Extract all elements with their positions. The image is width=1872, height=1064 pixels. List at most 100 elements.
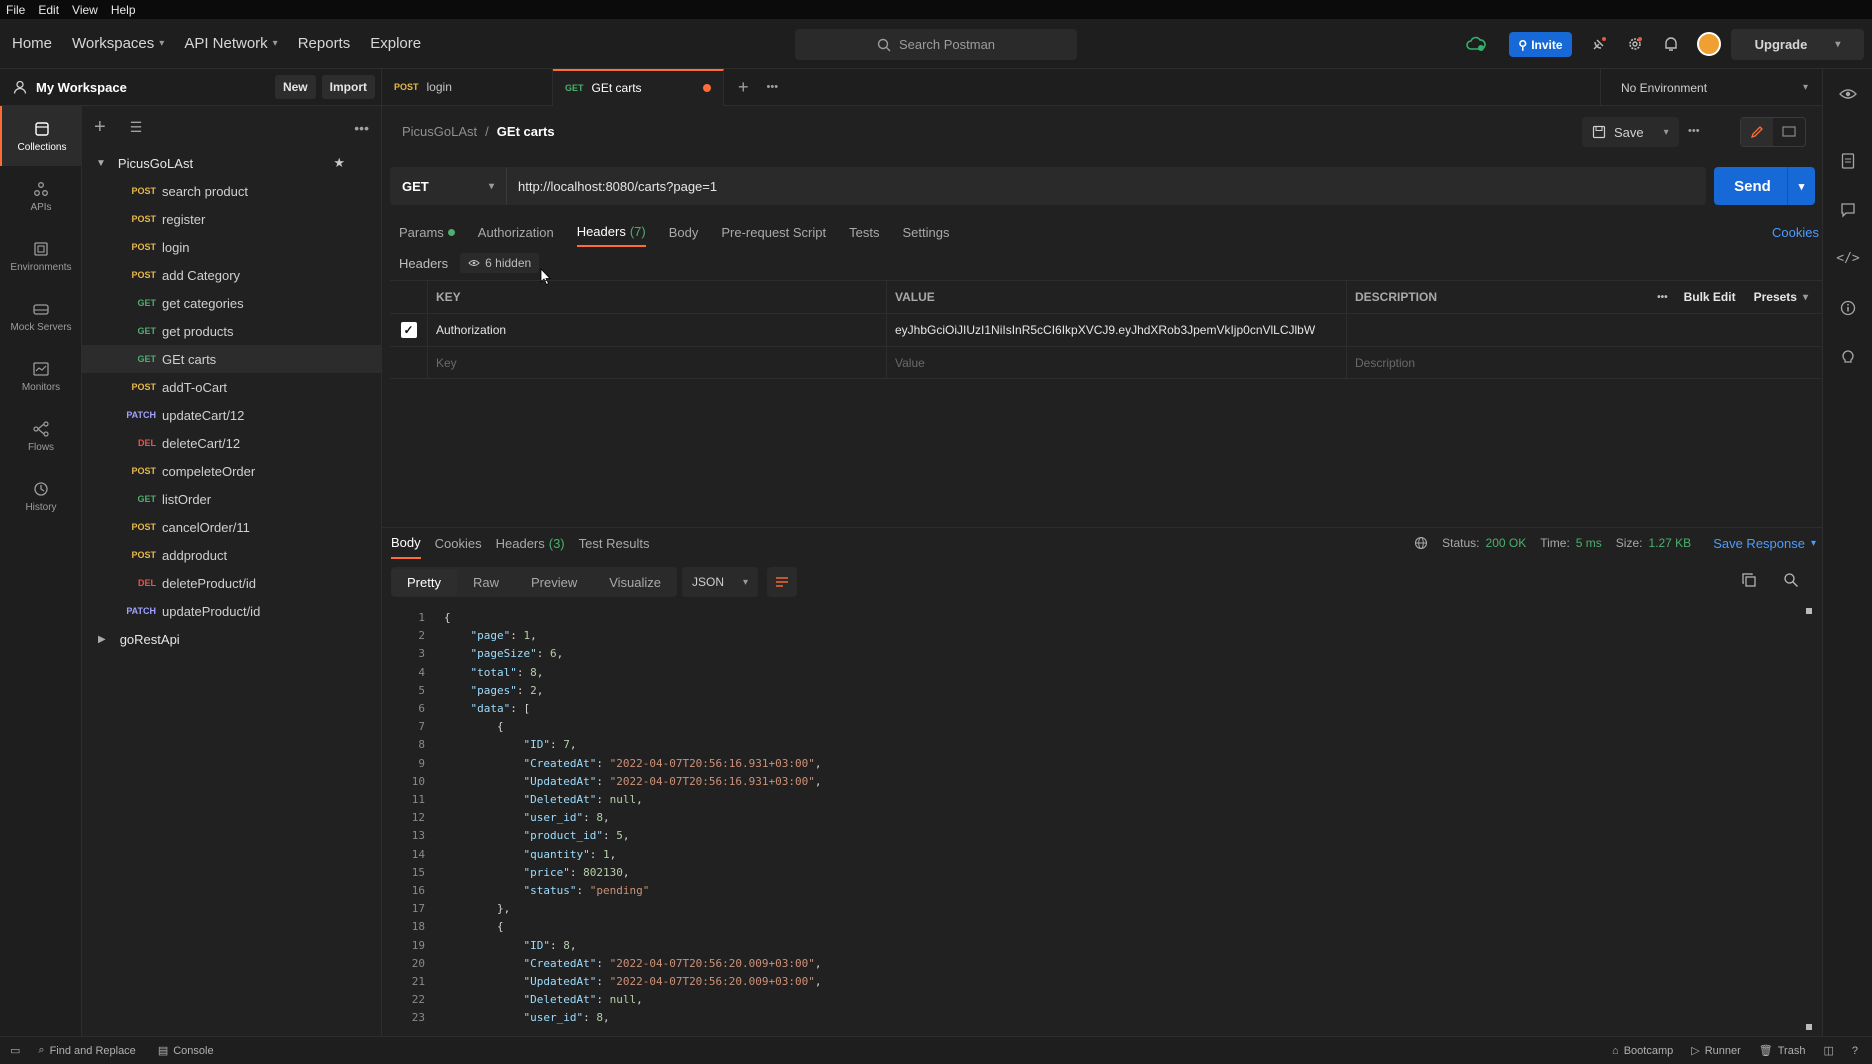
star-icon[interactable]: ★ [333, 155, 345, 171]
rail-history[interactable]: History [0, 466, 82, 526]
rail-mock-servers[interactable]: Mock Servers [0, 286, 82, 346]
breadcrumb-current[interactable]: GEt carts [497, 124, 555, 139]
header-value-cell[interactable]: eyJhbGciOiJIUzI1NiIsInR5cCI6IkpXVCJ9.eyJ… [887, 314, 1347, 346]
response-tab-body[interactable]: Body [391, 527, 421, 559]
nav-explore[interactable]: Explore [370, 35, 421, 52]
request-item[interactable]: PATCH updateProduct/id [82, 597, 381, 625]
request-item[interactable]: POST login [82, 233, 381, 261]
request-item[interactable]: POST add Category [82, 261, 381, 289]
key-input[interactable]: Key [428, 347, 887, 378]
hidden-headers-toggle[interactable]: 6 hidden [460, 253, 540, 273]
size-value[interactable]: 1.27 KB [1648, 536, 1691, 550]
rail-flows[interactable]: Flows [0, 406, 82, 466]
request-item[interactable]: GET get categories [82, 289, 381, 317]
tab-body[interactable]: Body [669, 218, 699, 247]
console-button[interactable]: ▤ Console [158, 1044, 214, 1058]
time-value[interactable]: 5 ms [1576, 536, 1602, 550]
menu-file[interactable]: File [6, 3, 25, 17]
settings-gear-icon[interactable] [1623, 32, 1647, 56]
unsaved-dot-icon[interactable] [703, 84, 711, 92]
menu-view[interactable]: View [72, 3, 98, 17]
response-body-code[interactable]: 1 {2 "page": 1, 3 "pageSize": 6, 4 "total":… [390, 608, 1810, 1032]
response-tab-headers[interactable]: Headers (3) [496, 527, 565, 559]
view-raw[interactable]: Raw [457, 569, 515, 596]
bulk-edit-button[interactable]: Bulk Edit [1684, 290, 1736, 304]
tab-login[interactable]: POST login [382, 68, 553, 106]
request-item[interactable]: DEL deleteProduct/id [82, 569, 381, 597]
search-bar[interactable]: Search Postman [795, 29, 1077, 60]
nav-api-network[interactable]: API Network ▾ [184, 35, 277, 52]
nav-home[interactable]: Home [12, 35, 52, 52]
new-tab-icon[interactable]: + [738, 77, 749, 98]
sync-status-icon[interactable] [1464, 32, 1488, 56]
import-button[interactable]: Import [321, 75, 375, 99]
search-icon[interactable] [1783, 572, 1799, 591]
filter-icon[interactable]: ☰ [130, 119, 143, 136]
value-input[interactable]: Value [887, 347, 1347, 378]
tab-get-carts[interactable]: GET GEt carts [553, 68, 724, 106]
chevron-down-icon[interactable]: ▾ [1811, 538, 1816, 549]
url-input[interactable]: http://localhost:8080/carts?page=1 [507, 179, 717, 194]
tab-authorization[interactable]: Authorization [478, 218, 554, 247]
breadcrumb-parent[interactable]: PicusGoLAst [402, 124, 477, 139]
add-collection-icon[interactable]: + [94, 116, 106, 139]
globe-icon[interactable] [1414, 536, 1428, 550]
save-button[interactable]: Save ▾ [1582, 117, 1679, 147]
two-pane-icon[interactable]: ◫ [1823, 1044, 1833, 1057]
save-response-button[interactable]: Save Response [1713, 536, 1805, 551]
request-item[interactable]: DEL deleteCart/12 [82, 429, 381, 457]
wrap-lines-icon[interactable] [767, 567, 797, 597]
upgrade-button[interactable]: Upgrade ▾ [1731, 29, 1864, 60]
tab-settings[interactable]: Settings [902, 218, 949, 247]
request-item[interactable]: POST register [82, 205, 381, 233]
chevron-down-icon[interactable]: ▾ [1664, 127, 1669, 138]
find-replace-button[interactable]: ⌕ Find and Replace [38, 1044, 135, 1057]
header-enabled-checkbox[interactable]: ✓ [400, 322, 417, 338]
code-icon[interactable]: </> [1823, 234, 1872, 283]
tab-prerequest[interactable]: Pre-request Script [721, 218, 826, 247]
comment-mode-icon[interactable] [1773, 118, 1805, 146]
format-select[interactable]: JSON ▾ [682, 567, 758, 597]
scrollbar-top-marker[interactable] [1806, 608, 1812, 614]
more-tabs-icon[interactable]: ••• [767, 81, 779, 93]
menu-help[interactable]: Help [111, 3, 136, 17]
collection-row[interactable]: ▶ goRestApi [82, 625, 381, 653]
invite-button[interactable]: ⚲ Invite [1509, 32, 1572, 57]
lightbulb-icon[interactable] [1823, 332, 1872, 381]
scrollbar-bottom-marker[interactable] [1806, 1024, 1812, 1030]
help-icon[interactable]: ? [1852, 1045, 1858, 1057]
response-tab-tests[interactable]: Test Results [579, 527, 650, 559]
avatar[interactable] [1697, 32, 1721, 56]
workspace-name[interactable]: My Workspace [36, 80, 275, 95]
satellite-icon[interactable] [1587, 32, 1611, 56]
request-item[interactable]: POST compeleteOrder [82, 457, 381, 485]
header-description-cell[interactable] [1347, 314, 1822, 346]
collection-row[interactable]: ▼ PicusGoLAst ★ [82, 149, 381, 177]
view-visualize[interactable]: Visualize [593, 569, 677, 596]
more-options-icon[interactable]: ••• [1688, 125, 1700, 137]
rail-collections[interactable]: Collections [0, 106, 82, 166]
new-button[interactable]: New [274, 75, 316, 99]
response-tab-cookies[interactable]: Cookies [435, 527, 482, 559]
notification-bell-icon[interactable] [1659, 32, 1683, 56]
description-input[interactable]: Description [1347, 347, 1822, 378]
tab-params[interactable]: Params [399, 218, 455, 247]
environment-selector[interactable]: No Environment ▾ [1600, 69, 1822, 106]
request-item[interactable]: POST addT-oCart [82, 373, 381, 401]
nav-reports[interactable]: Reports [298, 35, 351, 52]
toggle-sidebar-icon[interactable]: ▭ [10, 1044, 20, 1057]
eye-icon[interactable] [1823, 69, 1872, 118]
trash-button[interactable]: 🗑 Trash [1759, 1044, 1806, 1058]
send-button[interactable]: Send ▾ [1714, 167, 1815, 205]
rail-monitors[interactable]: Monitors [0, 346, 82, 406]
copy-icon[interactable] [1741, 572, 1757, 591]
status-value[interactable]: 200 OK [1486, 536, 1527, 550]
header-key-cell[interactable]: Authorization [428, 314, 887, 346]
view-pretty[interactable]: Pretty [391, 568, 457, 596]
info-icon[interactable] [1823, 283, 1872, 332]
view-preview[interactable]: Preview [515, 569, 593, 596]
documentation-icon[interactable] [1823, 136, 1872, 185]
more-options-icon[interactable]: ••• [1657, 292, 1668, 303]
request-item[interactable]: POST cancelOrder/11 [82, 513, 381, 541]
bootcamp-button[interactable]: ⌂ Bootcamp [1612, 1045, 1673, 1057]
